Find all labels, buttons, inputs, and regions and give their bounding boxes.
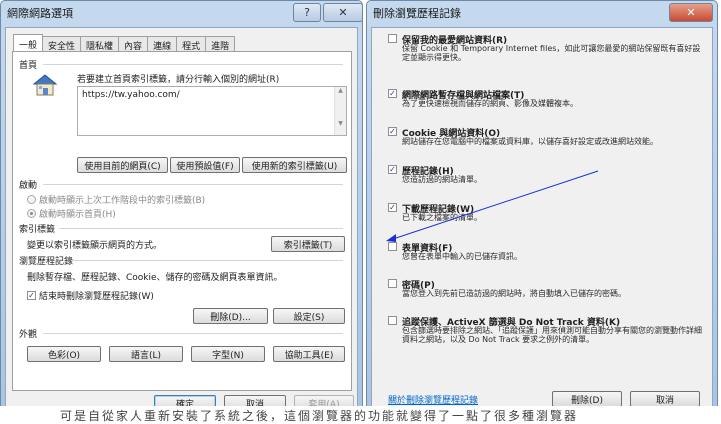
- divider: [43, 333, 343, 334]
- accessibility-button[interactable]: 協助工具(E): [273, 346, 345, 362]
- browsing-history-label: 瀏覽歷程記錄: [19, 257, 74, 267]
- colors-button[interactable]: 色彩(O): [27, 346, 101, 362]
- use-default-button[interactable]: 使用預設值(F): [170, 157, 240, 173]
- appearance-label: 外觀: [19, 330, 38, 340]
- divider: [43, 64, 343, 65]
- radio-label: 啟動時顯示首頁(H): [39, 210, 116, 220]
- check-indicator: [388, 279, 397, 288]
- about-deleting-history-link[interactable]: 關於刪除瀏覽歷程記錄: [388, 393, 478, 406]
- dialog-body: 一般 安全性 隱私權 內容 連線 程式 進階 首頁 若要建立首頁索引標籤，請分行…: [5, 27, 358, 411]
- home-page-instruction: 若要建立首頁索引標籤，請分行輸入個別的網址(R): [77, 75, 280, 85]
- startup-label: 啟動: [19, 181, 38, 191]
- tabs-settings-button[interactable]: 索引標籤(T): [271, 236, 345, 252]
- browsing-history-text: 刪除暫存檔、歷程記錄、Cookie、儲存的密碼及網頁表單資訊。: [27, 273, 283, 283]
- home-page-url-input[interactable]: https://tw.yahoo.com/ ▲ ▼: [77, 86, 347, 136]
- tab-bar: 一般 安全性 隱私權 內容 連線 程式 進階: [13, 34, 236, 52]
- fonts-button[interactable]: 字型(N): [191, 346, 265, 362]
- title-text: 網際網路選項: [7, 7, 73, 20]
- close-button[interactable]: ✕: [669, 3, 713, 22]
- tab-general[interactable]: 一般: [13, 34, 44, 52]
- tab-connections[interactable]: 連線: [147, 36, 178, 52]
- window-title: 刪除瀏覽歷程記錄 ✕: [367, 1, 717, 25]
- delete-history-button[interactable]: 刪除(D)...: [193, 308, 268, 324]
- divider: [43, 184, 343, 185]
- option-description: 當您登入到先前已造訪過的網站時，將自動填入已儲存的密碼。: [402, 289, 626, 298]
- background-article-text: 可是自從家人重新安裝了系統之後，這個瀏覽器的功能就變得了一點了很多種瀏覽器: [60, 409, 579, 423]
- tab-advanced[interactable]: 進階: [205, 36, 236, 52]
- radio-label: 啟動時顯示上次工作階段中的索引標籤(B): [39, 196, 206, 206]
- annotation-arrow: [386, 170, 599, 242]
- title-text: 刪除瀏覽歷程記錄: [373, 7, 461, 20]
- delete-on-exit-checkbox[interactable]: ✓ 結束時刪除瀏覽歷程記錄(W): [27, 289, 154, 302]
- help-button[interactable]: ?: [293, 3, 321, 22]
- radio-indicator: [27, 195, 36, 204]
- url-scrollbar[interactable]: ▲ ▼: [334, 87, 346, 135]
- checkbox-label: 結束時刪除瀏覽歷程記錄(W): [39, 292, 154, 302]
- window-title: 網際網路選項 ? ✕: [1, 1, 363, 25]
- general-tab-panel: 首頁 若要建立首頁索引標籤，請分行輸入個別的網址(R) https://tw.y…: [12, 51, 352, 391]
- tabs-section-label: 索引標籤: [19, 225, 56, 235]
- option-passwords[interactable]: 密碼(P) 當您登入到先前已造訪過的網站時，將自動填入已儲存的密碼。: [388, 278, 706, 302]
- check-indicator: [388, 316, 397, 325]
- delete-button[interactable]: 刪除(D): [552, 391, 622, 407]
- dialog-body: 保留我的最愛網站資料(R) 保留 Cookie 和 Temporary Inte…: [371, 27, 713, 409]
- startup-last-session-radio[interactable]: 啟動時顯示上次工作階段中的索引標籤(B): [27, 193, 205, 206]
- internet-options-window: 網際網路選項 ? ✕ 一般 安全性 隱私權 內容 連線 程式 進階 首頁 若要建…: [0, 0, 363, 412]
- divider: [71, 260, 343, 261]
- home-page-url: https://tw.yahoo.com/: [82, 90, 180, 100]
- close-button[interactable]: ✕: [323, 3, 363, 22]
- tabs-section-text: 變更以索引標籤顯示網頁的方式。: [27, 241, 163, 251]
- delete-history-window: 刪除瀏覽歷程記錄 ✕ 保留我的最愛網站資料(R) 保留 Cookie 和 Tem…: [366, 0, 718, 412]
- option-tracking-protection[interactable]: 追蹤保護、ActiveX 篩選與 Do Not Track 資料(K) 包含篩選…: [388, 315, 706, 359]
- cancel-button[interactable]: 取消: [630, 391, 700, 407]
- languages-button[interactable]: 語言(L): [109, 346, 183, 362]
- history-settings-button[interactable]: 設定(S): [273, 308, 345, 324]
- use-current-button[interactable]: 使用目前的網頁(C): [77, 157, 168, 173]
- radio-indicator: [27, 209, 36, 218]
- use-new-tab-button[interactable]: 使用新的索引標籤(U): [242, 157, 347, 173]
- divider: [59, 228, 343, 229]
- check-indicator: ✓: [27, 291, 36, 300]
- tab-programs[interactable]: 程式: [176, 36, 207, 52]
- home-icon: [31, 72, 59, 98]
- home-page-label: 首頁: [19, 61, 38, 71]
- option-description: 包含篩選時要排除之網站、「追蹤保護」用來偵測可能自動分享有關您的瀏覽動作詳細資料…: [402, 326, 702, 344]
- tab-security[interactable]: 安全性: [42, 36, 82, 52]
- startup-home-page-radio[interactable]: 啟動時顯示首頁(H): [27, 207, 116, 220]
- tab-privacy[interactable]: 隱私權: [80, 36, 120, 52]
- tab-content[interactable]: 內容: [118, 36, 149, 52]
